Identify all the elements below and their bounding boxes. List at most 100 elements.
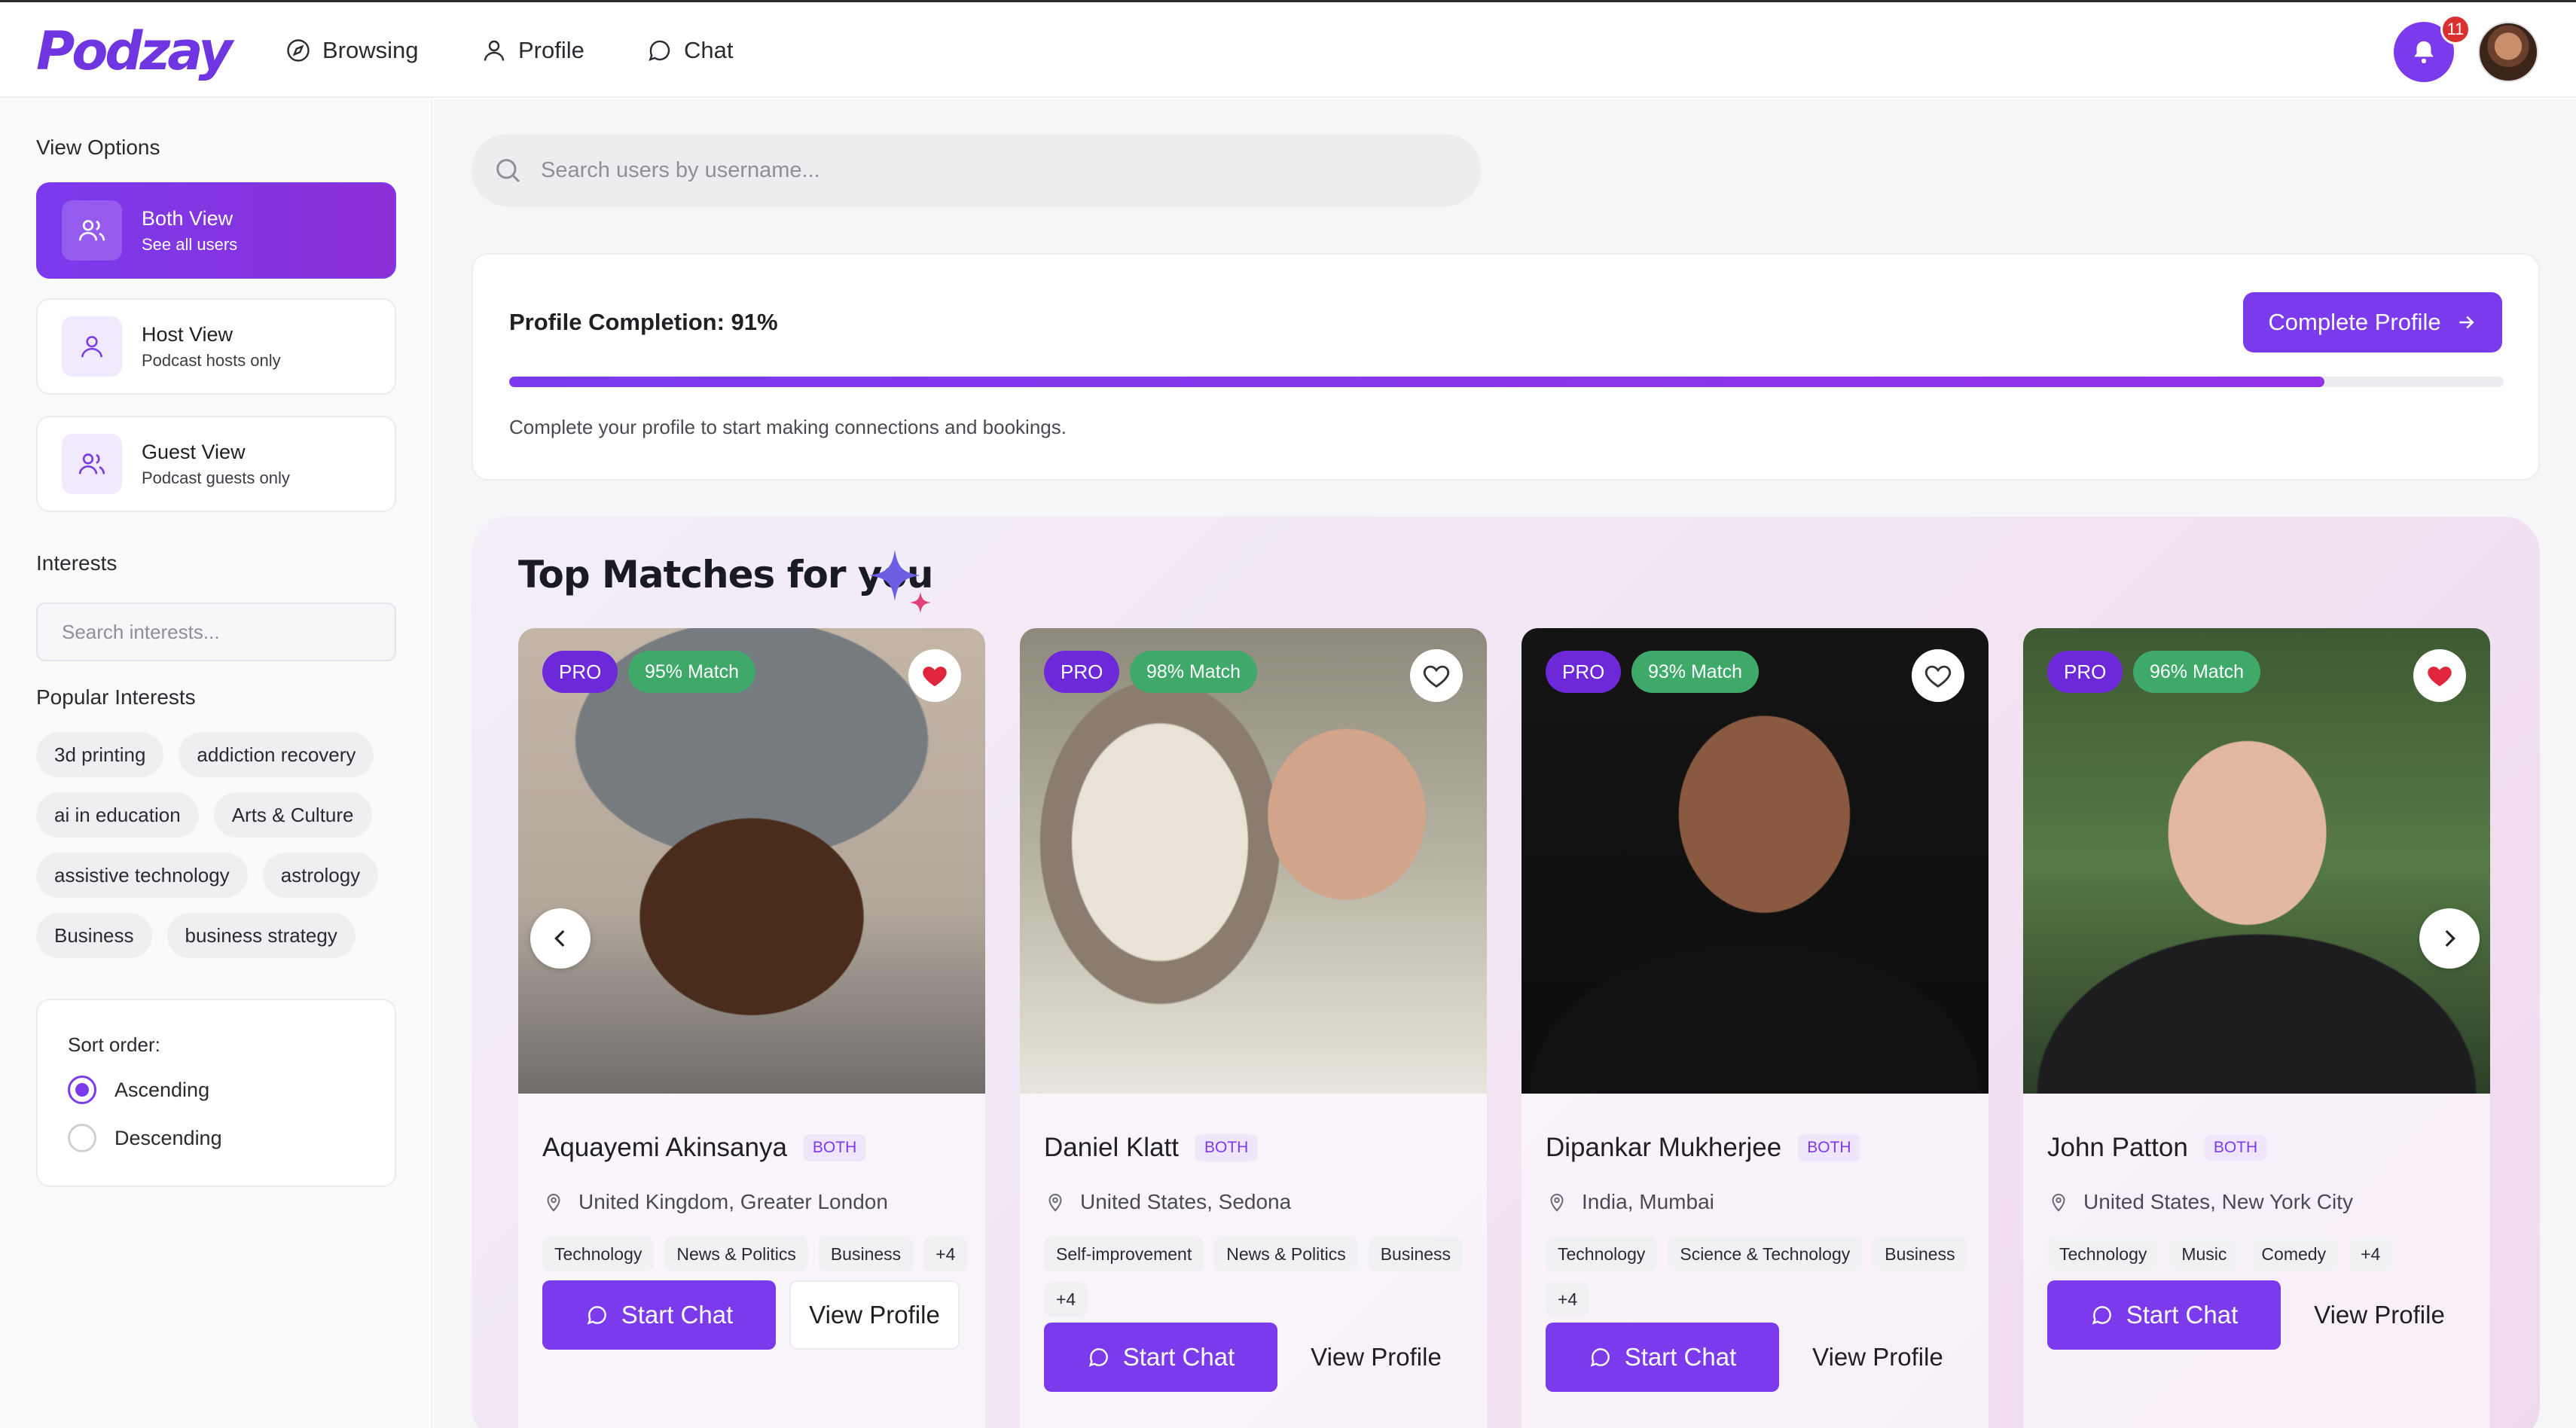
favorite-button[interactable] [2413,649,2466,702]
match-name[interactable]: Aquayemi Akinsanya [542,1133,787,1163]
chat-bubble-icon [1590,1348,1610,1367]
start-chat-label: Start Chat [2126,1301,2239,1329]
interest-tag: News & Politics [1214,1237,1358,1271]
favorite-button[interactable] [1410,649,1463,702]
pro-badge: PRO [542,651,618,693]
nav-profile[interactable]: Profile [481,34,584,67]
location-text: India, Mumbai [1582,1190,1714,1213]
view-option-both-subtitle: See all users [142,234,238,254]
favorite-button[interactable] [1912,649,1964,702]
start-chat-button[interactable]: Start Chat [542,1280,776,1350]
search-icon [496,159,520,183]
radio-selected-icon[interactable] [68,1076,96,1104]
view-option-host-title: Host View [142,322,233,346]
chat-bubble-icon [2092,1306,2111,1325]
nav-chat-label: Chat [684,37,734,63]
profile-photo[interactable] [1020,628,1487,1094]
interest-tags: Technology Music Comedy +4 [2047,1237,2477,1271]
interest-chip[interactable]: 3d printing [36,732,164,777]
sort-descending-label: Descending [114,1126,222,1149]
interest-chip[interactable]: assistive technology [36,853,248,898]
interest-search-input[interactable]: Search interests... [36,603,396,661]
view-option-both-title: Both View [142,206,233,230]
nav-browsing[interactable]: Browsing [285,34,419,67]
pro-badge: PRO [1044,651,1120,693]
interest-tag: Technology [2047,1237,2159,1271]
sort-ascending-option[interactable]: Ascending [68,1076,209,1104]
interest-tag: Self-improvement [1044,1237,1204,1271]
interest-tag: Comedy [2249,1237,2339,1271]
nav-profile-label: Profile [518,37,584,63]
podzay-logo[interactable]: Podzay [36,20,233,82]
interest-tag: Technology [1546,1237,1658,1271]
profile-completion-note: Complete your profile to start making co… [509,416,1067,438]
view-option-both[interactable]: Both View See all users [36,182,396,279]
profile-progress-bar [509,377,2504,387]
location-text: United States, New York City [2083,1190,2353,1213]
top-navigation-bar: Podzay Browsing Profile Chat 11 [0,0,2576,98]
complete-profile-button[interactable]: Complete Profile [2243,292,2502,352]
sort-descending-option[interactable]: Descending [68,1124,222,1152]
profile-photo[interactable] [518,628,985,1094]
profile-photo[interactable] [2023,628,2490,1094]
chat-bubble-icon [1088,1348,1108,1367]
interest-chip[interactable]: Arts & Culture [213,792,372,838]
nav-chat[interactable]: Chat [646,34,733,67]
view-option-guest-subtitle: Podcast guests only [142,468,290,487]
start-chat-button[interactable]: Start Chat [1044,1323,1277,1392]
interest-tags: Technology News & Politics Business +4 [542,1237,972,1271]
start-chat-label: Start Chat [1624,1343,1737,1371]
user-search-input[interactable]: Search users by username... [472,134,1481,206]
location-pin-icon [547,1194,560,1212]
match-name[interactable]: John Patton [2047,1133,2188,1163]
match-name[interactable]: Dipankar Mukherjee [1546,1133,1781,1163]
more-tags-tag[interactable]: +4 [1044,1282,1088,1317]
interest-tag: Technology [542,1237,655,1271]
match-name[interactable]: Daniel Klatt [1044,1133,1179,1163]
carousel-prev-button[interactable] [530,908,591,969]
match-percent-badge: 98% Match [1130,651,1258,693]
match-card: PRO 98% Match Daniel Klatt BOTH United S… [1020,628,1487,1428]
radio-unselected-icon[interactable] [68,1124,96,1152]
heart-outline-icon [1924,665,1952,688]
sparkle-icon [869,550,931,613]
view-option-guest[interactable]: Guest View Podcast guests only [36,416,396,512]
match-name-row: Daniel Klatt BOTH [1044,1133,1258,1163]
more-tags-tag[interactable]: +4 [1546,1282,1590,1317]
heart-filled-icon [2428,667,2452,687]
start-chat-label: Start Chat [621,1301,734,1329]
role-badge: BOTH [1195,1134,1258,1161]
sort-order-label: Sort order: [68,1033,160,1056]
start-chat-button[interactable]: Start Chat [2047,1280,2281,1350]
arrow-right-icon [2458,316,2474,329]
match-card: PRO 95% Match Aquayemi Akinsanya BOTH Un… [518,628,985,1428]
popular-interests-list: 3d printing addiction recovery ai in edu… [36,732,413,973]
carousel-next-button[interactable] [2419,908,2480,969]
profile-completion-title: Profile Completion: 91% [509,309,778,335]
view-profile-button[interactable]: View Profile [1793,1323,1963,1392]
user-search-placeholder: Search users by username... [541,157,820,182]
interest-tag: Business [1368,1237,1463,1271]
heart-outline-icon [1423,665,1450,688]
more-tags-tag[interactable]: +4 [2349,1237,2393,1271]
view-profile-button[interactable]: View Profile [789,1280,960,1350]
view-profile-button[interactable]: View Profile [2294,1280,2465,1350]
view-option-host[interactable]: Host View Podcast hosts only [36,298,396,395]
interest-chip[interactable]: astrology [262,853,379,898]
profile-photo[interactable] [1521,628,1988,1094]
match-location: India, Mumbai [1546,1190,1714,1214]
match-location: United Kingdom, Greater London [542,1190,888,1214]
notification-count-badge: 11 [2440,14,2471,44]
interest-chip[interactable]: addiction recovery [179,732,374,777]
start-chat-button[interactable]: Start Chat [1546,1323,1779,1392]
interest-chip[interactable]: Business [36,913,152,958]
profile-completion-card: Profile Completion: 91% Complete Profile… [472,253,2540,481]
user-avatar[interactable] [2478,22,2538,82]
favorite-button[interactable] [908,649,961,702]
location-text: United States, Sedona [1080,1190,1292,1213]
chevron-left-icon [554,929,565,947]
view-profile-button[interactable]: View Profile [1291,1323,1461,1392]
interest-chip[interactable]: business strategy [166,913,356,958]
interest-chip[interactable]: ai in education [36,792,199,838]
more-tags-tag[interactable]: +4 [923,1237,968,1271]
